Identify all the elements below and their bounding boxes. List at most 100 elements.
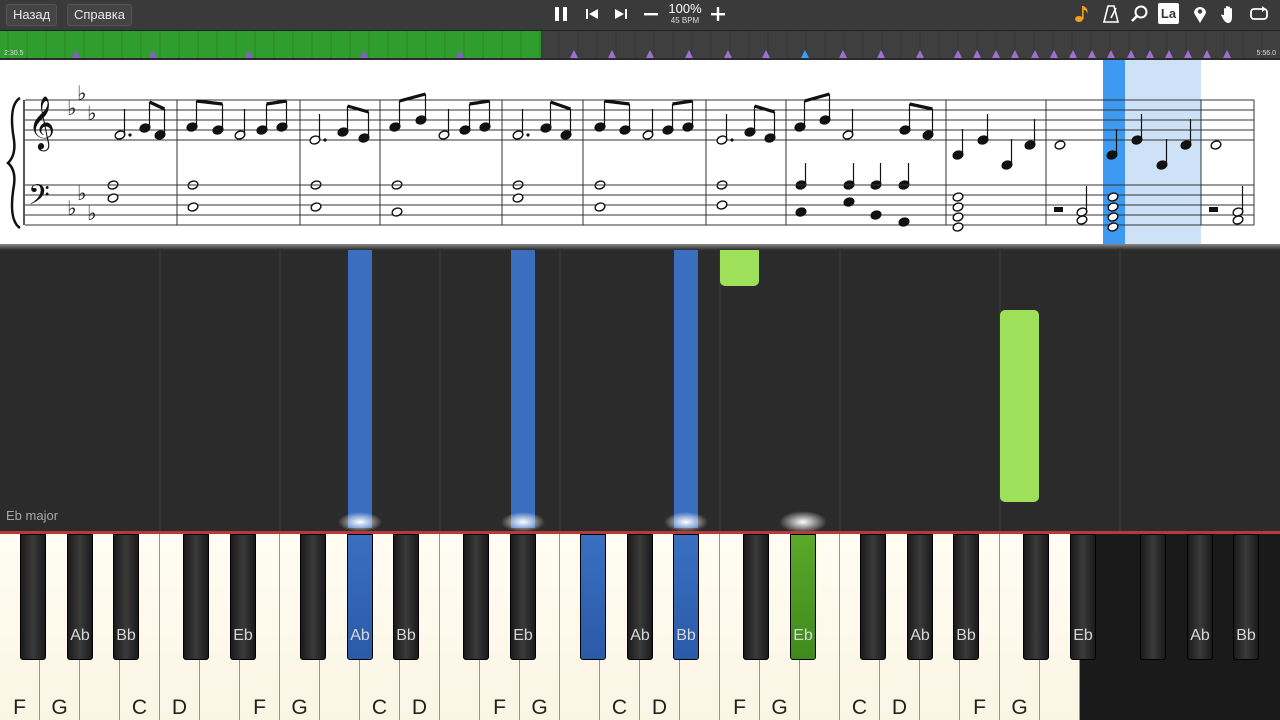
timeline-marker: [1050, 50, 1058, 58]
la-icon[interactable]: La: [1158, 3, 1179, 24]
note-hit-glow: [501, 512, 545, 532]
key-label: Bb: [116, 627, 136, 644]
key-label: C: [131, 696, 148, 719]
timeline-marker: [954, 50, 962, 58]
timeline-marker: [1203, 50, 1211, 58]
timeline-marker: [1031, 50, 1039, 58]
toolbar: Назад Справка 100% 45 BPM La: [0, 0, 1280, 31]
location-pin-icon[interactable]: [1189, 3, 1211, 25]
note-head: [107, 193, 119, 203]
black-key[interactable]: [860, 534, 886, 660]
note-head: [952, 222, 964, 232]
note-head: [594, 202, 606, 212]
key-label: F: [253, 696, 266, 719]
timeline-marker: [646, 50, 654, 58]
speed-display: 100% 45 BPM: [662, 2, 708, 28]
dot: [128, 133, 132, 137]
black-key[interactable]: [300, 534, 326, 660]
key-label: G: [771, 696, 788, 719]
falling-notes-area: [0, 250, 1280, 532]
key-label: D: [891, 696, 908, 719]
note-head: [1232, 215, 1244, 225]
metronome-icon[interactable]: [1100, 3, 1122, 25]
key-label: Ab: [910, 627, 930, 644]
key-label: D: [171, 696, 188, 719]
timeline-marker: [1069, 50, 1077, 58]
timeline-marker: [608, 50, 616, 58]
black-key[interactable]: [1140, 534, 1166, 660]
black-key[interactable]: Ab: [1187, 534, 1213, 660]
note-icon[interactable]: [1071, 3, 1093, 25]
half-rest: [1209, 207, 1218, 212]
beam: [148, 100, 166, 111]
timeline-marker: [360, 50, 368, 58]
black-key[interactable]: Bb: [1233, 534, 1259, 660]
key-label: G: [291, 696, 308, 719]
half-rest: [1054, 207, 1063, 212]
black-key[interactable]: Eb: [510, 534, 536, 660]
key-label: Eb: [233, 627, 253, 644]
la-icon-text: La: [1160, 6, 1177, 21]
note-head: [310, 202, 322, 212]
back-button[interactable]: Назад: [6, 4, 58, 26]
key-label: F: [973, 696, 986, 719]
beam: [196, 99, 223, 106]
timeline-marker: [973, 50, 981, 58]
note-head: [795, 207, 807, 217]
dot: [730, 138, 734, 142]
black-key[interactable]: Bb: [113, 534, 139, 660]
timeline-scrubber[interactable]: 2:30.5 5:56.0: [0, 31, 1280, 58]
black-key[interactable]: Ab: [67, 534, 93, 660]
plus-icon[interactable]: [707, 3, 729, 25]
black-key[interactable]: Bb: [393, 534, 419, 660]
black-key[interactable]: [580, 534, 606, 660]
sheet-music[interactable]: 𝄞 𝄢 ♭ ♭ ♭ ♭ ♭ ♭: [0, 60, 1280, 246]
beam: [909, 102, 933, 111]
timeline-markers: [7, 31, 1263, 58]
black-key[interactable]: Eb: [230, 534, 256, 660]
flat-sign: ♭: [77, 181, 86, 205]
timeline-marker: [1184, 50, 1192, 58]
black-key[interactable]: [743, 534, 769, 660]
minus-icon[interactable]: [640, 3, 662, 25]
black-key[interactable]: Bb: [953, 534, 979, 660]
black-key[interactable]: Bb: [673, 534, 699, 660]
black-key[interactable]: [463, 534, 489, 660]
black-key[interactable]: Ab: [347, 534, 373, 660]
beam: [266, 99, 287, 106]
key-label: Ab: [1190, 627, 1210, 644]
key-label: F: [493, 696, 506, 719]
timeline-end-time: 5:56.0: [1256, 50, 1276, 57]
black-key[interactable]: [20, 534, 46, 660]
note-head: [898, 217, 910, 227]
key-label: Bb: [1236, 627, 1256, 644]
help-button[interactable]: Справка: [67, 4, 132, 26]
brace: [6, 96, 21, 230]
piano-keyboard[interactable]: F G C D F G C D F G C D F G C D F G Ab Bb Eb Ab Bb Eb Ab Bb Eb Ab Bb…: [0, 534, 1280, 720]
timeline-marker: [570, 50, 578, 58]
black-key[interactable]: Ab: [907, 534, 933, 660]
note-hit-glow: [338, 512, 382, 532]
key-label: G: [51, 696, 68, 719]
hand-icon[interactable]: [1218, 3, 1240, 25]
black-key[interactable]: Ab: [627, 534, 653, 660]
key-label: C: [611, 696, 628, 719]
flat-sign: ♭: [77, 81, 86, 105]
timeline-marker: [456, 50, 464, 58]
timeline-marker: [992, 50, 1000, 58]
black-key[interactable]: Eb: [1070, 534, 1096, 660]
key-label: Ab: [350, 627, 370, 644]
black-key[interactable]: Eb: [790, 534, 816, 660]
black-key[interactable]: [1023, 534, 1049, 660]
black-key[interactable]: [183, 534, 209, 660]
timeline-marker: [1107, 50, 1115, 58]
key-label: Ab: [70, 627, 90, 644]
magnifier-icon[interactable]: [1129, 3, 1151, 25]
pause-icon[interactable]: [550, 3, 572, 25]
timeline-marker: [839, 50, 847, 58]
skip-forward-icon[interactable]: [610, 3, 632, 25]
falling-note-right-hand: [720, 250, 759, 286]
loop-icon[interactable]: [1248, 3, 1270, 25]
bpm-value: 45 BPM: [670, 16, 700, 25]
skip-back-icon[interactable]: [581, 3, 603, 25]
